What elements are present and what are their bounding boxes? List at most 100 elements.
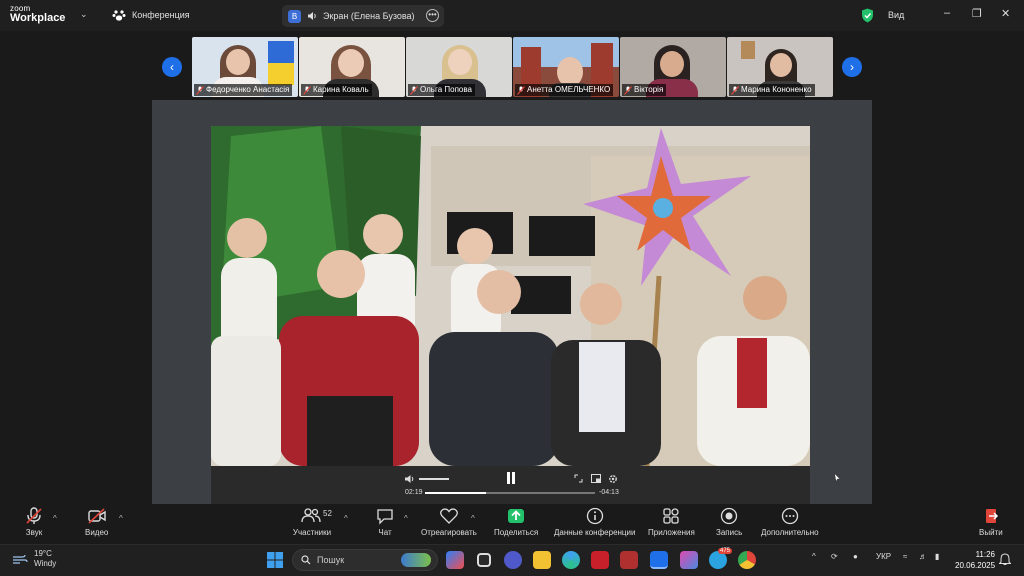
chat-button[interactable]: Чат (375, 507, 395, 537)
mic-muted-icon (517, 85, 525, 95)
react-button[interactable]: Отреагировать (421, 507, 477, 537)
presenter-badge: В (288, 9, 301, 23)
mic-muted-icon (410, 85, 418, 95)
video-player[interactable] (211, 126, 810, 466)
logo-bottom: Workplace (10, 12, 66, 24)
leave-button[interactable]: Выйти (979, 507, 1003, 537)
thumbnails-next-button[interactable]: › (842, 57, 862, 77)
thumbnails-prev-button[interactable]: ‹ (162, 57, 182, 77)
view-button[interactable]: Вид (880, 5, 912, 25)
pause-icon[interactable] (506, 472, 516, 484)
participant-tile[interactable]: Марина Кононенко (727, 37, 833, 97)
audio-options-caret[interactable]: ^ (53, 514, 57, 523)
telegram-badge: 475 (718, 548, 733, 554)
close-icon[interactable]: ✕ (1001, 7, 1010, 20)
participant-tile[interactable]: Ольга Попова (406, 37, 512, 97)
participant-tile[interactable]: Федорченко Анастасія (192, 37, 298, 97)
participant-tile[interactable]: Карина Коваль (299, 37, 405, 97)
participant-name: Вікторія (622, 84, 667, 96)
meeting-info-label: Данные конференции (554, 528, 636, 537)
conference-label: Конференция (132, 10, 190, 20)
participants-icon (301, 508, 321, 523)
record-label: Запись (716, 528, 743, 537)
record-button[interactable]: Запись (716, 507, 742, 537)
taskbar-app-icon[interactable] (446, 551, 464, 569)
record-icon (720, 507, 738, 525)
picture-in-picture-icon[interactable] (591, 474, 601, 483)
more-label: Дополнительно (761, 528, 819, 537)
mcafee-icon[interactable] (591, 551, 609, 569)
zoom-taskbar-icon[interactable] (650, 551, 668, 569)
edge-browser-icon[interactable] (562, 551, 580, 569)
video-options-caret[interactable]: ^ (119, 514, 123, 523)
taskbar-app-icon-2[interactable] (680, 551, 698, 569)
search-placeholder: Пошук (317, 555, 345, 565)
meeting-info-button[interactable]: Данные конференции (554, 507, 635, 537)
tray-sync-icon[interactable]: ⟳ (831, 552, 838, 561)
restore-icon[interactable]: ❐ (972, 7, 982, 20)
participants-options-caret[interactable]: ^ (344, 514, 348, 523)
cursor-icon (834, 473, 841, 482)
minimize-icon[interactable]: – (944, 7, 950, 19)
search-icon (301, 555, 311, 565)
zoom-logo[interactable]: zoom Workplace (10, 5, 65, 24)
chat-options-caret[interactable]: ^ (404, 514, 408, 523)
elapsed-time: 02:19 (405, 489, 423, 496)
volume-tray-icon[interactable]: ♬ (919, 552, 927, 561)
volume-icon[interactable] (404, 474, 416, 484)
teams-icon[interactable] (504, 551, 522, 569)
mic-muted-icon (624, 85, 632, 95)
participants-button[interactable]: 52 Участники (292, 507, 332, 537)
video-label: Видео (85, 528, 109, 537)
apps-button[interactable]: Приложения (648, 507, 695, 537)
participants-strip: Федорченко Анастасія Карина Коваль Ольга… (192, 37, 833, 97)
react-label: Отреагировать (421, 528, 477, 537)
weather-condition: Windy (34, 559, 57, 568)
participant-name: Федорченко Анастасія (194, 84, 293, 96)
battery-icon[interactable]: ▮ (935, 552, 939, 561)
weather-widget[interactable]: 19°C Windy (12, 549, 56, 569)
share-button[interactable]: Поделиться (494, 507, 538, 537)
audio-button[interactable]: Звук (24, 507, 44, 537)
tray-chevron-icon[interactable]: ^ (812, 552, 816, 561)
tray-mic-icon[interactable]: ● (853, 552, 858, 561)
mic-muted-icon (26, 507, 42, 524)
task-view-icon[interactable] (477, 553, 491, 567)
more-icon[interactable]: ••• (426, 9, 439, 22)
react-options-caret[interactable]: ^ (471, 514, 475, 523)
volume-slider[interactable] (419, 478, 449, 480)
seek-bar[interactable] (425, 492, 595, 494)
video-frame (211, 126, 810, 466)
wifi-icon[interactable]: ≈ (903, 552, 907, 561)
office-app-icon[interactable] (620, 551, 638, 569)
mic-muted-icon (196, 85, 204, 95)
fullscreen-icon[interactable] (574, 474, 583, 483)
clock-time: 11:26 (975, 550, 995, 559)
keyboard-language[interactable]: УКР (876, 552, 891, 561)
windows-start-icon[interactable] (266, 551, 284, 569)
chrome-icon[interactable] (738, 551, 756, 569)
apps-label: Приложения (648, 528, 695, 537)
chevron-down-icon[interactable]: ⌄ (80, 9, 88, 20)
file-explorer-icon[interactable] (533, 551, 551, 569)
search-highlight-image (401, 553, 431, 567)
share-screen-icon (508, 509, 525, 523)
participant-tile[interactable]: Анетта ОМЕЛЬЧЕНКО (513, 37, 619, 97)
screen-share-label: Экран (Елена Бузова) (323, 11, 415, 21)
screen-share-pill[interactable]: В Экран (Елена Бузова) ••• (282, 5, 444, 27)
system-clock[interactable]: 11:26 20.06.2025 (955, 549, 995, 571)
settings-gear-icon[interactable] (608, 474, 618, 484)
more-icon (781, 507, 798, 525)
speaker-icon (308, 12, 316, 20)
paw-icon (112, 10, 126, 21)
notification-bell-icon[interactable] (999, 553, 1011, 566)
apps-icon (663, 508, 680, 524)
taskbar-search[interactable]: Пошук (292, 549, 438, 571)
shield-icon[interactable] (861, 8, 874, 23)
participant-tile[interactable]: Вікторія (620, 37, 726, 97)
heart-icon (439, 508, 458, 524)
more-button[interactable]: Дополнительно (761, 507, 819, 537)
conference-menu[interactable]: Конференция (112, 8, 190, 22)
video-button[interactable]: Видео (85, 507, 108, 537)
weather-temp: 19°C (34, 549, 52, 558)
